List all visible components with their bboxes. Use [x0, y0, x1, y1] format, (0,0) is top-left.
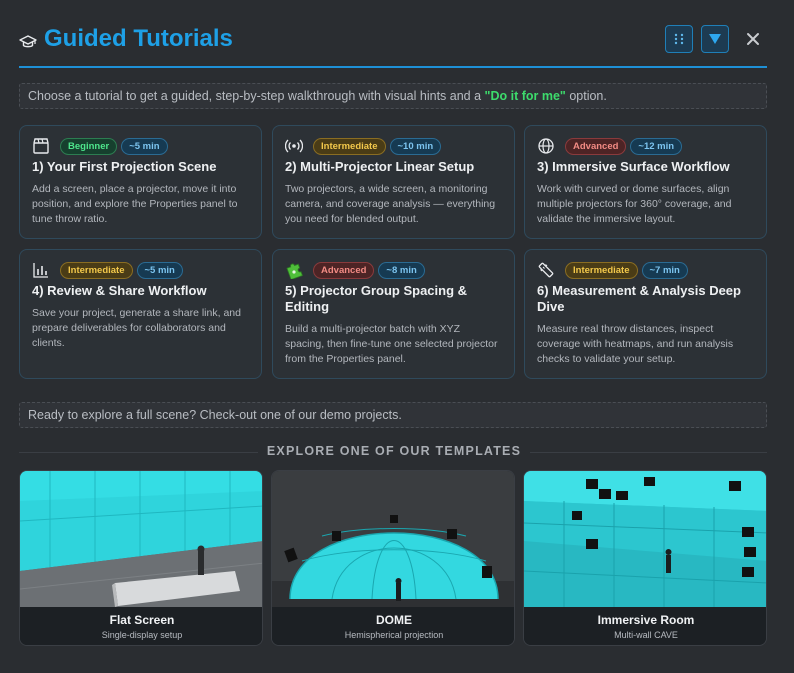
- close-icon: [747, 33, 759, 45]
- template-subtitle: Hemispherical projection: [344, 630, 444, 640]
- bar-chart-icon: [33, 263, 48, 278]
- demo-prompt-bar: Ready to explore a full scene? Check-out…: [19, 402, 767, 428]
- card-description: Add a screen, place a projector, move it…: [32, 183, 238, 225]
- tutorial-card-group-spacing[interactable]: Advanced ~8 min 5) Projector Group Spaci…: [272, 249, 515, 379]
- guided-tutorials-dialog: Guided Tutorials Choose a tutorial to ge…: [0, 0, 794, 673]
- broadcast-icon: [285, 139, 303, 153]
- card-title: 2) Multi-Projector Linear Setup: [285, 159, 475, 174]
- globe-icon: [538, 138, 554, 154]
- time-badge: ~5 min: [121, 137, 168, 155]
- level-badge: Advanced: [565, 137, 627, 155]
- level-badge: Intermediate: [313, 137, 386, 155]
- dialog-header: Guided Tutorials: [19, 22, 767, 67]
- intro-bar: Choose a tutorial to get a guided, step-…: [19, 83, 767, 109]
- level-badge: Beginner: [60, 137, 118, 155]
- time-badge: ~10 min: [389, 137, 442, 155]
- time-badge: ~8 min: [378, 261, 425, 279]
- card-title: 1) Your First Projection Scene: [32, 159, 217, 174]
- template-subtitle: Single-display setup: [101, 630, 183, 640]
- card-title: 4) Review & Share Workflow: [32, 283, 207, 298]
- templates-heading: EXPLORE ONE OF OUR TEMPLATES: [258, 444, 530, 461]
- level-badge: Intermediate: [60, 261, 133, 279]
- card-description: Two projectors, a wide screen, a monitor…: [285, 183, 496, 225]
- do-it-for-me-highlight: "Do it for me": [484, 89, 566, 103]
- clapperboard-icon: [33, 138, 49, 154]
- template-card-dome[interactable]: DOME Hemispherical projection: [271, 470, 515, 646]
- flat-screen-thumbnail: [20, 471, 262, 607]
- template-name: DOME: [376, 613, 412, 627]
- intro-text-end: option.: [565, 89, 607, 103]
- template-name: Flat Screen: [109, 613, 175, 627]
- template-card-flat-screen[interactable]: Flat Screen Single-display setup: [19, 470, 263, 646]
- demo-prompt-text: Ready to explore a full scene? Check-out…: [28, 408, 402, 422]
- time-badge: ~12 min: [630, 137, 683, 155]
- level-badge: Intermediate: [565, 261, 638, 279]
- immersive-room-thumbnail: [524, 471, 766, 607]
- puzzle-icon: [286, 263, 303, 279]
- card-description: Work with curved or dome surfaces, align…: [537, 183, 732, 225]
- tutorial-card-multi-projector[interactable]: Intermediate ~10 min 2) Multi-Projector …: [272, 125, 515, 239]
- template-caption: Immersive Room Multi-wall CAVE: [524, 607, 766, 645]
- time-badge: ~7 min: [641, 261, 688, 279]
- tutorial-card-measurement[interactable]: Intermediate ~7 min 6) Measurement & Ana…: [524, 249, 767, 379]
- card-description: Save your project, generate a share link…: [32, 307, 241, 349]
- graduation-cap-icon: [19, 35, 37, 48]
- template-subtitle: Multi-wall CAVE: [614, 630, 678, 640]
- dialog-title: Guided Tutorials: [44, 25, 233, 52]
- card-title: 5) Projector Group Spacing & Editing: [285, 283, 468, 314]
- level-badge: Advanced: [313, 261, 375, 279]
- close-button[interactable]: [741, 26, 765, 52]
- tutorial-card-immersive-surface[interactable]: Advanced ~12 min 3) Immersive Surface Wo…: [524, 125, 767, 239]
- card-description: Build a multi-projector batch with XYZ s…: [285, 323, 498, 365]
- template-caption: Flat Screen Single-display setup: [20, 607, 262, 645]
- filter-button[interactable]: [701, 25, 729, 53]
- template-card-immersive-room[interactable]: Immersive Room Multi-wall CAVE: [523, 470, 767, 646]
- template-name: Immersive Room: [597, 613, 695, 627]
- card-description: Measure real throw distances, inspect co…: [537, 323, 734, 365]
- ruler-icon: [538, 262, 554, 278]
- card-title: 6) Measurement & Analysis Deep Dive: [537, 283, 741, 314]
- grid-dots-icon: [674, 33, 684, 45]
- template-caption: DOME Hemispherical projection: [272, 607, 514, 645]
- filter-triangle-icon: [709, 34, 721, 44]
- tutorial-card-first-projection[interactable]: Beginner ~5 min 1) Your First Projection…: [19, 125, 262, 239]
- tutorial-card-review-share[interactable]: Intermediate ~5 min 4) Review & Share Wo…: [19, 249, 262, 379]
- grid-view-button[interactable]: [665, 25, 693, 53]
- header-divider: [19, 66, 767, 68]
- dome-thumbnail: [272, 471, 514, 607]
- intro-text: Choose a tutorial to get a guided, step-…: [28, 89, 485, 103]
- card-title: 3) Immersive Surface Workflow: [537, 159, 730, 174]
- time-badge: ~5 min: [136, 261, 183, 279]
